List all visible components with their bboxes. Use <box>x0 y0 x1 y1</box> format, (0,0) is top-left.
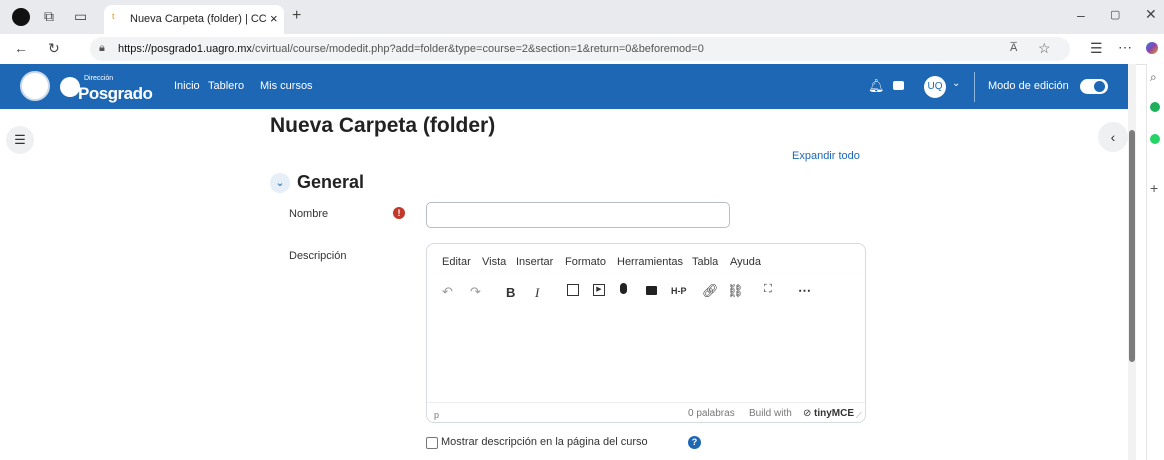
sidebar-shopping-icon[interactable] <box>1150 102 1160 112</box>
edit-mode-label: Modo de edición <box>988 80 1069 92</box>
editor-resize-handle-icon[interactable]: ⟋ <box>856 411 862 421</box>
logo-mark <box>60 77 80 97</box>
copilot-icon[interactable] <box>1146 42 1158 54</box>
nav-link-tablero[interactable]: Tablero <box>208 80 244 92</box>
chevron-left-icon: ‹ <box>1110 129 1116 145</box>
user-avatar[interactable]: UQ <box>924 76 946 98</box>
h5p-icon[interactable]: H-P <box>671 286 687 296</box>
help-icon[interactable]: ? <box>688 436 701 449</box>
url-field[interactable]: 🔒︎ https://posgrado1.uagro.mx/cvirtual/c… <box>90 37 1070 61</box>
link-icon[interactable]: 🔗︎ <box>702 283 719 299</box>
editor-menu-vista[interactable]: Vista <box>482 256 506 268</box>
logo-large-text: Posgrado <box>78 84 153 103</box>
course-index-toggle[interactable]: ☰ <box>6 126 34 154</box>
sidebar-whatsapp-icon[interactable] <box>1150 134 1160 144</box>
toggle-knob <box>1094 81 1105 92</box>
browser-tab[interactable]: ᵗ Nueva Carpeta (folder) | CC | Plat × <box>104 5 284 34</box>
messages-icon[interactable] <box>893 81 904 90</box>
editor-menu-herramientas[interactable]: Herramientas <box>617 256 683 268</box>
section-collapse-chevron-icon: ⌄ <box>270 173 290 193</box>
window-minimize-icon[interactable]: – <box>1077 7 1085 23</box>
fullscreen-icon[interactable]: ⛶ <box>764 283 772 296</box>
nav-link-mis-cursos[interactable]: Mis cursos <box>260 80 313 92</box>
tab-actions-icon[interactable]: ▭ <box>74 8 87 25</box>
editor-menu-ayuda[interactable]: Ayuda <box>730 256 761 268</box>
block-drawer-toggle[interactable]: ‹ <box>1098 122 1128 152</box>
editor-menu-insertar[interactable]: Insertar <box>516 256 553 268</box>
italic-icon[interactable]: I <box>535 285 539 301</box>
sidebar-search-icon[interactable]: ⌕ <box>1150 70 1157 85</box>
refresh-icon[interactable]: ↻ <box>48 40 60 57</box>
bold-icon[interactable]: B <box>506 285 515 300</box>
logo-small-text: Dirección <box>84 75 114 82</box>
window-close-icon[interactable]: ✕ <box>1145 6 1157 23</box>
tab-close-button[interactable]: × <box>270 11 278 26</box>
section-general-title: General <box>297 172 365 192</box>
video-camera-icon[interactable] <box>646 286 657 295</box>
new-tab-button[interactable]: + <box>292 7 301 25</box>
more-tools-icon[interactable]: ⋯ <box>798 283 811 299</box>
editor-word-count[interactable]: 0 palabras <box>688 408 735 419</box>
favorites-list-icon[interactable]: ☰ <box>1090 40 1103 57</box>
editor-statusbar <box>427 402 865 422</box>
user-initials: UQ <box>927 81 943 92</box>
tab-title: Nueva Carpeta (folder) | CC | Plat <box>130 13 270 25</box>
more-options-icon[interactable]: ⋯ <box>1118 39 1132 56</box>
list-icon: ☰ <box>14 132 26 147</box>
back-icon[interactable]: ← <box>14 40 28 56</box>
tinymce-logo-icon: ⊘ <box>803 408 812 419</box>
media-icon[interactable]: ▶ <box>593 284 605 296</box>
browser-tab-strip: ⧉ ▭ ᵗ Nueva Carpeta (folder) | CC | Plat… <box>0 0 1164 34</box>
tinymce-brand[interactable]: tinyMCE <box>814 408 854 419</box>
editor-menu-editar[interactable]: Editar <box>442 256 471 268</box>
user-menu-chevron-down-icon[interactable]: ⌄ <box>952 78 960 89</box>
browser-sidebar: ⌕ + <box>1146 64 1164 460</box>
favorite-star-icon[interactable]: ☆ <box>1038 40 1051 57</box>
build-with-label: Build with <box>749 408 792 419</box>
profile-avatar[interactable] <box>12 8 30 26</box>
page-scrollbar-thumb[interactable] <box>1129 130 1135 362</box>
site-favicon-icon: ᵗ <box>112 11 115 25</box>
editor-element-path[interactable]: p <box>434 410 439 420</box>
window-restore-icon[interactable]: ▢ <box>1110 8 1120 21</box>
lock-icon: 🔒︎ <box>99 42 105 54</box>
nav-link-inicio[interactable]: Inicio <box>174 80 200 92</box>
description-label: Descripción <box>289 250 347 262</box>
image-icon[interactable] <box>567 284 579 296</box>
editor-menu-tabla[interactable]: Tabla <box>692 256 718 268</box>
page-title: Nueva Carpeta (folder) <box>270 114 496 137</box>
required-icon: ! <box>393 207 405 219</box>
expand-all-link[interactable]: Expandir todo <box>792 150 860 162</box>
navbar-divider <box>974 72 975 102</box>
name-label: Nombre <box>289 208 329 220</box>
edit-mode-toggle[interactable] <box>1080 79 1108 94</box>
url-text: https://posgrado1.uagro.mx/cvirtual/cour… <box>118 43 704 55</box>
show-description-label: Mostrar descripción en la página del cur… <box>441 436 648 448</box>
microphone-icon[interactable] <box>620 283 627 294</box>
workspaces-icon[interactable]: ⧉ <box>44 8 54 25</box>
university-seal-logo[interactable] <box>20 71 50 101</box>
show-description-checkbox[interactable] <box>426 437 438 449</box>
posgrado-logo[interactable]: Dirección Posgrado <box>60 73 153 103</box>
editor-content-area[interactable] <box>427 310 865 402</box>
read-aloud-icon[interactable]: A̅ <box>1010 42 1017 54</box>
sidebar-add-icon[interactable]: + <box>1150 180 1158 196</box>
name-input[interactable] <box>426 202 730 228</box>
unlink-icon[interactable]: ⛓︎ <box>727 283 744 299</box>
editor-menu-formato[interactable]: Formato <box>565 256 606 268</box>
notifications-bell-icon[interactable]: 🔔︎ <box>868 78 885 94</box>
redo-icon[interactable]: ↷ <box>470 284 481 300</box>
site-navbar: Dirección Posgrado Inicio Tablero Mis cu… <box>0 64 1134 109</box>
undo-icon[interactable]: ↶ <box>442 284 453 300</box>
address-bar-row: ← ↻ 🔒︎ https://posgrado1.uagro.mx/cvirtu… <box>0 34 1164 65</box>
description-editor <box>426 243 866 423</box>
